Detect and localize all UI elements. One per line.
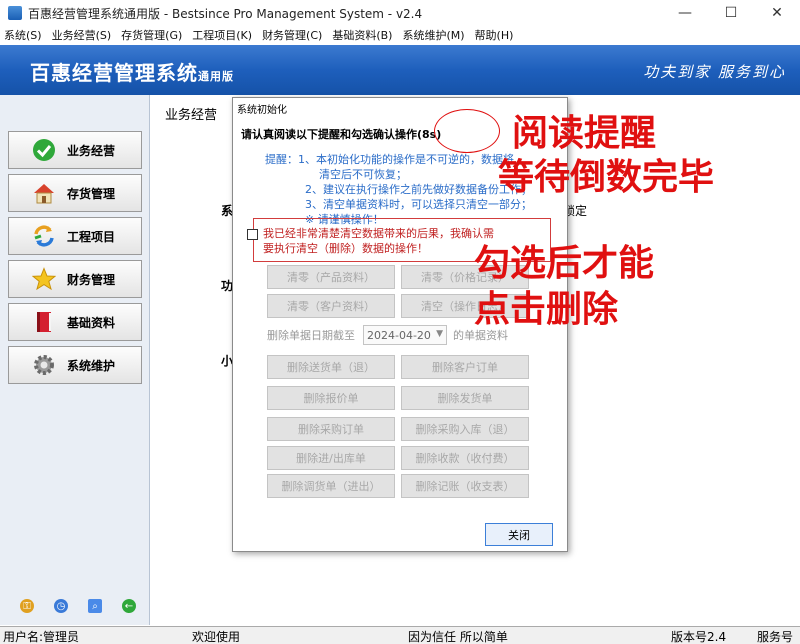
countdown-highlight-circle [434,109,500,153]
sidebar-item-business[interactable]: 业务经营 [8,131,142,169]
page-title: 业务经营 [165,108,218,123]
confirm-checkbox[interactable] [247,229,258,240]
cutoff-date-picker[interactable]: 2024-04-20 ▼ [363,325,447,345]
status-welcome: 欢迎使用 [192,630,241,644]
header-banner: 百惠经营管理系统通用版 功夫到家 服务到心 [0,45,800,95]
annotation-wait-countdown: 等待倒数完毕 [498,157,715,198]
status-version: 版本号2.4 [671,630,727,644]
app-icon [8,6,22,20]
key-icon[interactable]: ⚿ [20,599,34,613]
delete-purchase-inbound-button[interactable]: 删除采购入库（退） [401,417,529,441]
sidebar-item-inventory[interactable]: 存货管理 [8,174,142,212]
sidebar-item-label: 存货管理 [67,186,116,201]
delete-shipments-button[interactable]: 删除发货单 [401,386,529,410]
clock-icon[interactable]: ◷ [54,599,68,613]
clear-products-button[interactable]: 清零（产品资料） [267,265,395,289]
sidebar-item-label: 系统维护 [67,358,116,373]
delete-delivery-button[interactable]: 删除送货单（退） [267,355,395,379]
clear-customers-button[interactable]: 清零（客户资料） [267,294,395,318]
star-icon [31,266,57,292]
book-icon [31,309,57,335]
brand-slogan: 功夫到家 服务到心 [643,63,786,81]
chevron-down-icon: ▼ [436,329,443,339]
menu-bar: 系统(S) 业务经营(S) 存货管理(G) 工程项目(K) 财务管理(C) 基础… [0,26,800,44]
delete-ledger-button[interactable]: 删除记账（收支表） [401,474,529,498]
sidebar-item-label: 财务管理 [67,272,116,287]
status-bar: 用户名:管理员 欢迎使用 因为信任 所以简单 版本号2.4 服务号 [0,626,800,644]
window-title: 百惠经营管理系统通用版 - Bestsince Pro Management S… [28,6,423,21]
annotation-check-first: 勾选后才能 [474,243,655,284]
delete-customer-orders-button[interactable]: 删除客户订单 [401,355,529,379]
sidebar-item-label: 业务经营 [67,143,116,158]
sidebar-item-label: 工程项目 [67,229,116,244]
sidebar-item-maintenance[interactable]: 系统维护 [8,346,142,384]
sidebar-item-finance[interactable]: 财务管理 [8,260,142,298]
delete-stock-io-button[interactable]: 删除进/出库单 [267,446,395,470]
title-bar: 百惠经营管理系统通用版 - Bestsince Pro Management S… [0,0,800,26]
dialog-title: 系统初始化 [237,105,287,116]
status-service: 服务号 [757,630,794,644]
delete-quotes-button[interactable]: 删除报价单 [267,386,395,410]
annotation-then-delete: 点击删除 [474,289,619,330]
menu-system[interactable]: 系统(S) [0,27,46,43]
search-icon[interactable]: ⌕ [88,599,102,613]
refresh-arrows-icon [31,223,57,249]
sidebar-item-projects[interactable]: 工程项目 [8,217,142,255]
menu-business[interactable]: 业务经营(S) [48,27,116,43]
sidebar-item-label: 基础资料 [67,315,116,330]
sidebar-toolbar: ⚿ ◷ ⌕ ← [0,596,150,616]
delete-receipts-button[interactable]: 删除收款（收付费） [401,446,529,470]
date-prefix-label: 删除单据日期截至 [267,329,355,342]
delete-transfers-button[interactable]: 删除调货单（进出） [267,474,395,498]
brand-title: 百惠经营管理系统通用版 [30,57,234,86]
back-arrow-icon[interactable]: ← [122,599,136,613]
menu-maintenance[interactable]: 系统维护(M) [398,27,468,43]
minimize-button[interactable]: — [662,0,708,26]
dialog-headline: 请认真阅读以下提醒和勾选确认操作(8s) [241,128,442,141]
checkmark-icon [31,137,57,163]
menu-finance[interactable]: 财务管理(C) [258,27,326,43]
brand-suffix: 通用版 [198,70,234,83]
menu-base-data[interactable]: 基础资料(B) [328,27,396,43]
gear-icon [31,352,57,378]
window-controls: — ☐ ✕ [662,0,800,26]
menu-inventory[interactable]: 存货管理(G) [117,27,186,43]
close-window-button[interactable]: ✕ [754,0,800,26]
maximize-button[interactable]: ☐ [708,0,754,26]
status-motto: 因为信任 所以简单 [408,630,508,644]
date-value: 2024-04-20 [367,328,431,342]
house-icon [31,180,57,206]
brand-name: 百惠经营管理系统 [30,61,198,85]
sidebar-item-base-data[interactable]: 基础资料 [8,303,142,341]
menu-projects[interactable]: 工程项目(K) [188,27,256,43]
close-button[interactable]: 关闭 [485,523,553,546]
menu-help[interactable]: 帮助(H) [471,27,518,43]
status-user: 用户名:管理员 [3,630,80,644]
sidebar: 业务经营 存货管理 工程项目 财务管理 基础资料 系统维护 [0,95,150,625]
delete-purchase-orders-button[interactable]: 删除采购订单 [267,417,395,441]
